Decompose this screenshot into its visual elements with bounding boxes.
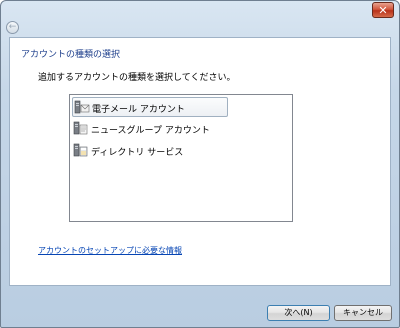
setup-info-link[interactable]: アカウントのセットアップに必要な情報	[38, 245, 182, 256]
cancel-button[interactable]: キャンセル	[334, 305, 392, 321]
wizard-content: アカウントの種類の選択 追加するアカウントの種類を選択してください。 電子メール…	[9, 37, 391, 286]
next-button[interactable]: 次へ(N)	[267, 305, 330, 321]
list-item-label: ディレクトリ サービス	[91, 148, 184, 158]
list-item-newsgroup-account[interactable]: ニュースグループ アカウント	[72, 119, 228, 139]
close-button[interactable]: ✕	[372, 2, 394, 18]
title-bar: ✕ ←	[1, 1, 399, 34]
list-item-email-account[interactable]: 電子メール アカウント	[72, 97, 228, 117]
account-type-list[interactable]: 電子メール アカウント ニュースグループ アカウント ディレクトリ サービス	[69, 94, 293, 222]
list-item-label: ニュースグループ アカウント	[91, 126, 210, 136]
wizard-window: ✕ ← アカウントの種類の選択 追加するアカウントの種類を選択してください。 電…	[0, 0, 400, 328]
list-item-label: 電子メール アカウント	[92, 105, 185, 115]
email-account-icon	[74, 100, 90, 114]
newsgroup-account-icon	[73, 121, 88, 135]
directory-service-icon	[73, 143, 88, 157]
instruction-text: 追加するアカウントの種類を選択してください。	[38, 73, 236, 83]
close-icon: ✕	[378, 4, 388, 17]
list-item-directory-service[interactable]: ディレクトリ サービス	[72, 141, 228, 161]
back-arrow-icon: ←	[8, 22, 17, 32]
back-button[interactable]: ←	[6, 21, 19, 34]
page-title: アカウントの種類の選択	[21, 50, 121, 60]
